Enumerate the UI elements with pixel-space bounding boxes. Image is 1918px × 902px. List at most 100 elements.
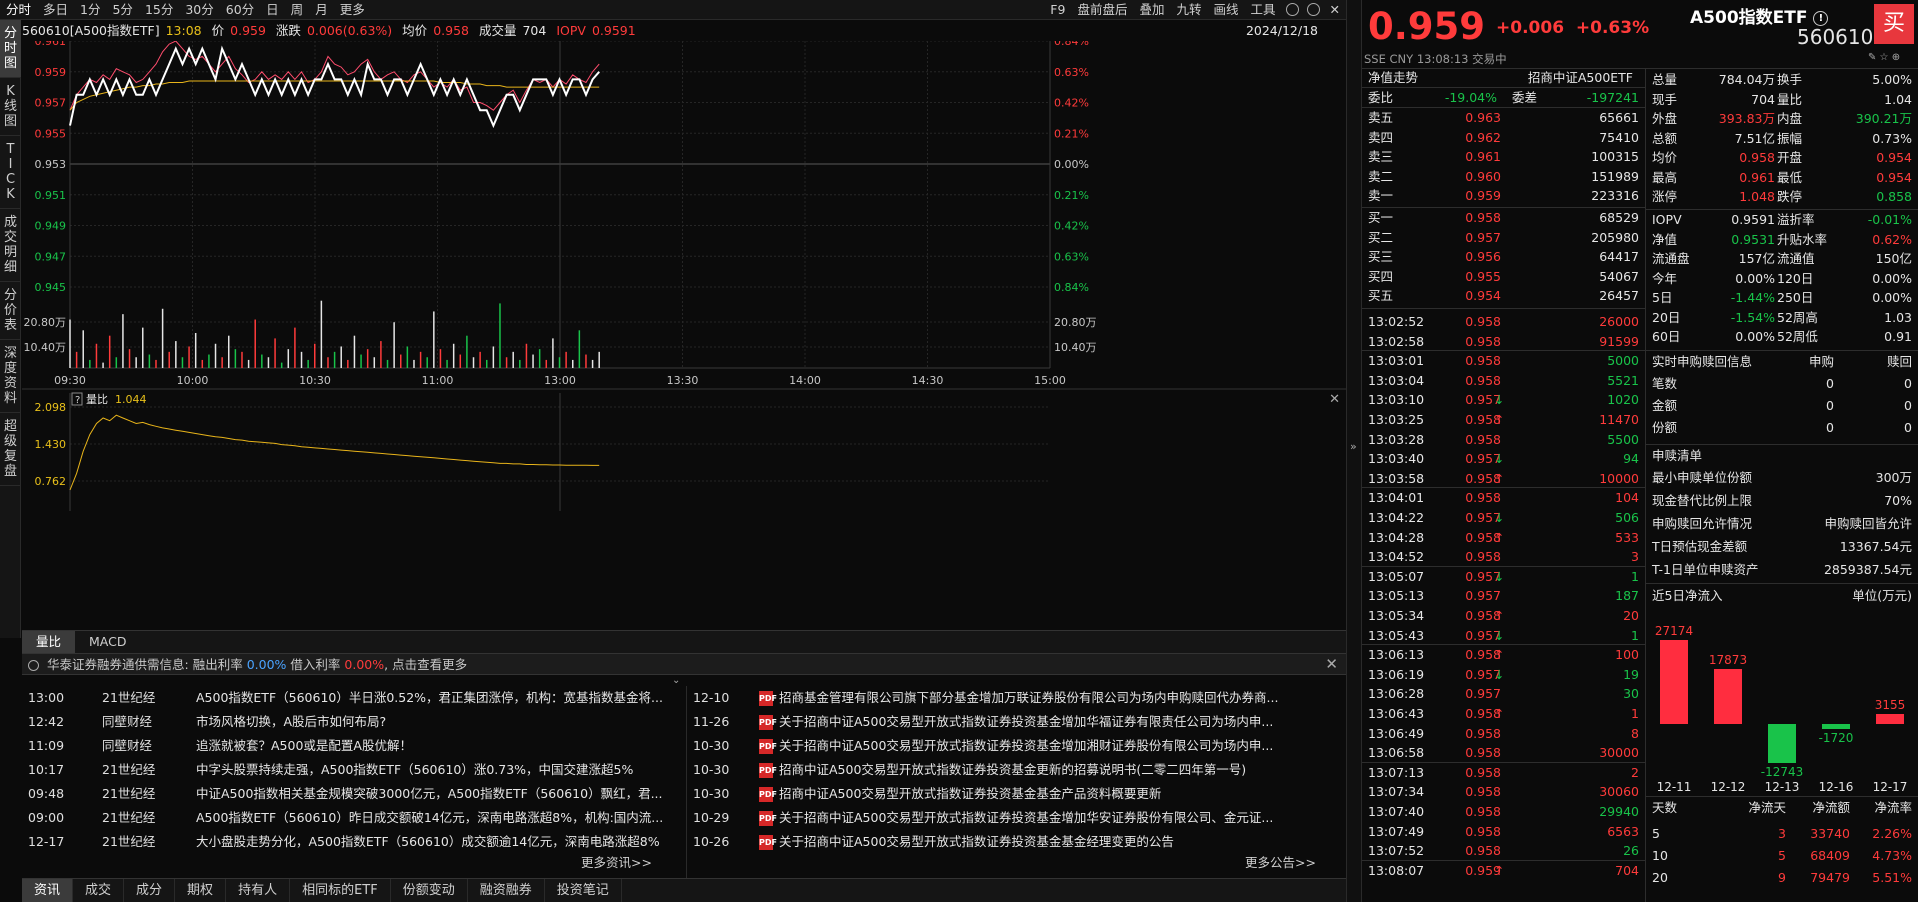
rail-tab-char: 盘 xyxy=(3,464,17,479)
more-announcements-link[interactable]: 更多公告>> xyxy=(687,854,1346,872)
news-item[interactable]: 11:09 同壁财经 追涨就被套？A500或是配置A股优解！ xyxy=(22,734,682,758)
bottom-tab-3[interactable]: 期权 xyxy=(175,879,227,902)
rail-tab-4[interactable]: 分价表 xyxy=(0,282,21,340)
inflow-table-header: 天数 净流天 净流额 净流率 xyxy=(1646,798,1918,817)
bottom-tab-0[interactable]: 资讯 xyxy=(22,879,74,902)
announcement-item[interactable]: 10-30 PDF 招商中证A500交易型开放式指数证券投资基金基金产品资料概要更新 xyxy=(687,782,1346,806)
toolbar-action-0[interactable]: F9 xyxy=(1044,0,1071,20)
redeem-row: 笔数 0 0 xyxy=(1646,374,1918,393)
rail-tab-5[interactable]: 深度资料 xyxy=(0,340,21,413)
announcement-item[interactable]: 10-30 PDF 招商中证A500交易型开放式指数证券投资基金更新的招募说明书(二… xyxy=(687,758,1346,782)
period-tab-8[interactable]: 周 xyxy=(285,0,310,20)
period-tab-1[interactable]: 多日 xyxy=(37,0,74,20)
rail-tab-char: 资 xyxy=(3,376,17,391)
period-tab-9[interactable]: 月 xyxy=(309,0,334,20)
rail-tab-1[interactable]: K线图 xyxy=(0,78,21,136)
stat-value: -1.54% xyxy=(1730,309,1775,325)
panel-splitter[interactable]: » xyxy=(1346,0,1362,902)
period-tab-0[interactable]: 分时 xyxy=(0,0,37,20)
rail-tab-char: C xyxy=(5,172,16,187)
stat-value: 0.00% xyxy=(1735,270,1775,286)
inflow-value-label: -1720 xyxy=(1818,731,1854,746)
announcement-title: 招商中证A500交易型开放式指数证券投资基金基金产品资料概要更新 xyxy=(779,786,1162,801)
news-item[interactable]: 09:48 21世纪经 中证A500指数相关基金规模突破3000亿元，A500指数E… xyxy=(22,782,682,806)
toolbar-action-2[interactable]: 叠加 xyxy=(1133,0,1170,20)
news-item[interactable]: 10:17 21世纪经 中字头股票持续走强，A500指数ETF（560610）涨0.… xyxy=(22,758,682,782)
rail-tab-0[interactable]: 分时图 xyxy=(0,20,21,78)
bottom-tab-6[interactable]: 份额变动 xyxy=(391,879,468,902)
stat-value: 704 xyxy=(1751,91,1775,107)
announcement-item[interactable]: 10-26 PDF 关于招商中证A500交易型开放式指数证券投资基金基金经理变更的公… xyxy=(687,830,1346,854)
tick-time: 13:02:52 xyxy=(1368,314,1425,329)
stat-label: 最低 xyxy=(1777,169,1803,185)
bottom-tab-7[interactable]: 融资融券 xyxy=(468,879,545,902)
news-title: 市场风格切换，A股后市如何布局? xyxy=(196,714,387,729)
collapse-chevron-icon[interactable]: ⌄ xyxy=(672,675,680,686)
stat-value: 0.00% xyxy=(1872,270,1912,286)
more-news-link[interactable]: 更多资讯>> xyxy=(22,854,682,872)
toolbar-action-3[interactable]: 九转 xyxy=(1170,0,1207,20)
ask-label: 卖四 xyxy=(1368,129,1394,145)
tick-time: 13:03:58 xyxy=(1368,470,1425,486)
pdf-icon: PDF xyxy=(759,810,777,826)
tick-volume: 704 xyxy=(1615,862,1639,878)
intraday-chart[interactable]: 0.961 0.84% 0.959 0.63% 0.957 0.42% 0.955 0.21%… xyxy=(22,41,1346,630)
news-time: 10:17 xyxy=(28,762,65,777)
announcement-item[interactable]: 11-26 PDF 关于招商中证A500交易型开放式指数证券投资基金增加华福证券有限… xyxy=(687,710,1346,734)
bottom-tab-1[interactable]: 成交 xyxy=(73,879,125,902)
close-icon[interactable]: ✕ xyxy=(1325,654,1338,675)
news-item[interactable]: 09:00 21世纪经 A500指数ETF（560610）昨日成交额破14亿元，深南… xyxy=(22,806,682,830)
panel-tool-icons[interactable]: ✎ ☆ ⊕ xyxy=(1868,52,1900,63)
bottom-tabs: 资讯 成交 成分 期权 持有人 相同标的ETF 份额变动 融资融券 投资笔记 xyxy=(22,878,1346,902)
bottom-tab-8[interactable]: 投资笔记 xyxy=(545,879,622,902)
list-row: T-1日单位申赎资产 2859387.54元 xyxy=(1646,560,1918,579)
period-tab-7[interactable]: 日 xyxy=(260,0,285,20)
redeem-row: 份额 0 0 xyxy=(1646,418,1918,437)
expand-arrow-icon[interactable]: » xyxy=(1350,440,1357,453)
close-icon[interactable]: ✕ xyxy=(1329,392,1340,407)
toolbar-action-5[interactable]: 工具 xyxy=(1245,0,1282,20)
stat-label: 20日 xyxy=(1652,309,1681,325)
bottom-tab-2[interactable]: 成分 xyxy=(124,879,176,902)
news-item[interactable]: 13:00 21世纪经 A500指数ETF（560610）半日涨0.52%，君正集团… xyxy=(22,686,682,710)
settings-icon[interactable] xyxy=(1285,3,1299,16)
news-item[interactable]: 12:42 同壁财经 市场风格切换，A股后市如何布局? xyxy=(22,710,682,734)
ratio-label: 委比 xyxy=(1368,90,1394,105)
tick-volume: 5521 xyxy=(1607,372,1639,388)
toolbar-action-4[interactable]: 画线 xyxy=(1207,0,1244,20)
pdf-icon: PDF xyxy=(759,690,777,706)
announcement-title: 招商中证A500交易型开放式指数证券投资基金更新的招募说明书(二零二四年第一号) xyxy=(779,762,1247,777)
close-icon[interactable]: ✕ xyxy=(1324,0,1346,20)
rail-tab-3[interactable]: 成交明细 xyxy=(0,209,21,282)
tick-row: 13:05:34 0.958 ↑ 20 xyxy=(1362,606,1645,625)
rail-tab-6[interactable]: 超级复盘 xyxy=(0,413,21,486)
stat-label: 现手 xyxy=(1652,91,1678,107)
period-tab-2[interactable]: 1分 xyxy=(74,0,106,20)
announcement-item[interactable]: 10-30 PDF 关于招商中证A500交易型开放式指数证券投资基金增加湘财证券股份… xyxy=(687,734,1346,758)
bottom-tab-4[interactable]: 持有人 xyxy=(226,879,291,902)
pct-tick-label: 0.84% xyxy=(1054,41,1089,48)
announcement-item[interactable]: 12-10 PDF 招商基金管理有限公司旗下部分基金增加万联证券股份有限公司为场内申… xyxy=(687,686,1346,710)
iopv-caption: IOPV xyxy=(556,23,586,38)
bottom-tab-5[interactable]: 相同标的ETF xyxy=(290,879,391,902)
bid-price: 0.955 xyxy=(1465,268,1501,284)
period-tab-3[interactable]: 5分 xyxy=(106,0,138,20)
info-icon xyxy=(28,660,39,671)
rail-tab-2[interactable]: TICK xyxy=(0,136,21,209)
period-tab-5[interactable]: 30分 xyxy=(179,0,219,20)
indicator-tab-0[interactable]: 量比 xyxy=(22,631,76,653)
margin-more-link[interactable]: 点击查看更多 xyxy=(392,657,467,672)
announcement-title: 关于招商中证A500交易型开放式指数证券投资基金增加华福证券有限责任公司为场内申… xyxy=(779,714,1274,729)
news-item[interactable]: 12-17 21世纪经 大小盘股走势分化，A500指数ETF（560610）成交额逾… xyxy=(22,830,682,854)
announcement-item[interactable]: 10-29 PDF 关于招商中证A500交易型开放式指数证券投资基金增加华安证券股份… xyxy=(687,806,1346,830)
stat-label: 涨停 xyxy=(1652,189,1678,204)
period-tab-4[interactable]: 15分 xyxy=(139,0,179,20)
help-icon[interactable] xyxy=(1306,3,1320,16)
toolbar-action-1[interactable]: 盘前盘后 xyxy=(1071,0,1133,20)
period-tab-6[interactable]: 60分 xyxy=(220,0,260,20)
tick-volume: 5500 xyxy=(1607,431,1639,447)
period-tab-10[interactable]: 更多 xyxy=(334,0,371,20)
indicator-tab-1[interactable]: MACD xyxy=(75,631,140,653)
price-tick-label: 0.945 xyxy=(35,281,67,294)
tick-time: 13:02:58 xyxy=(1368,333,1425,349)
